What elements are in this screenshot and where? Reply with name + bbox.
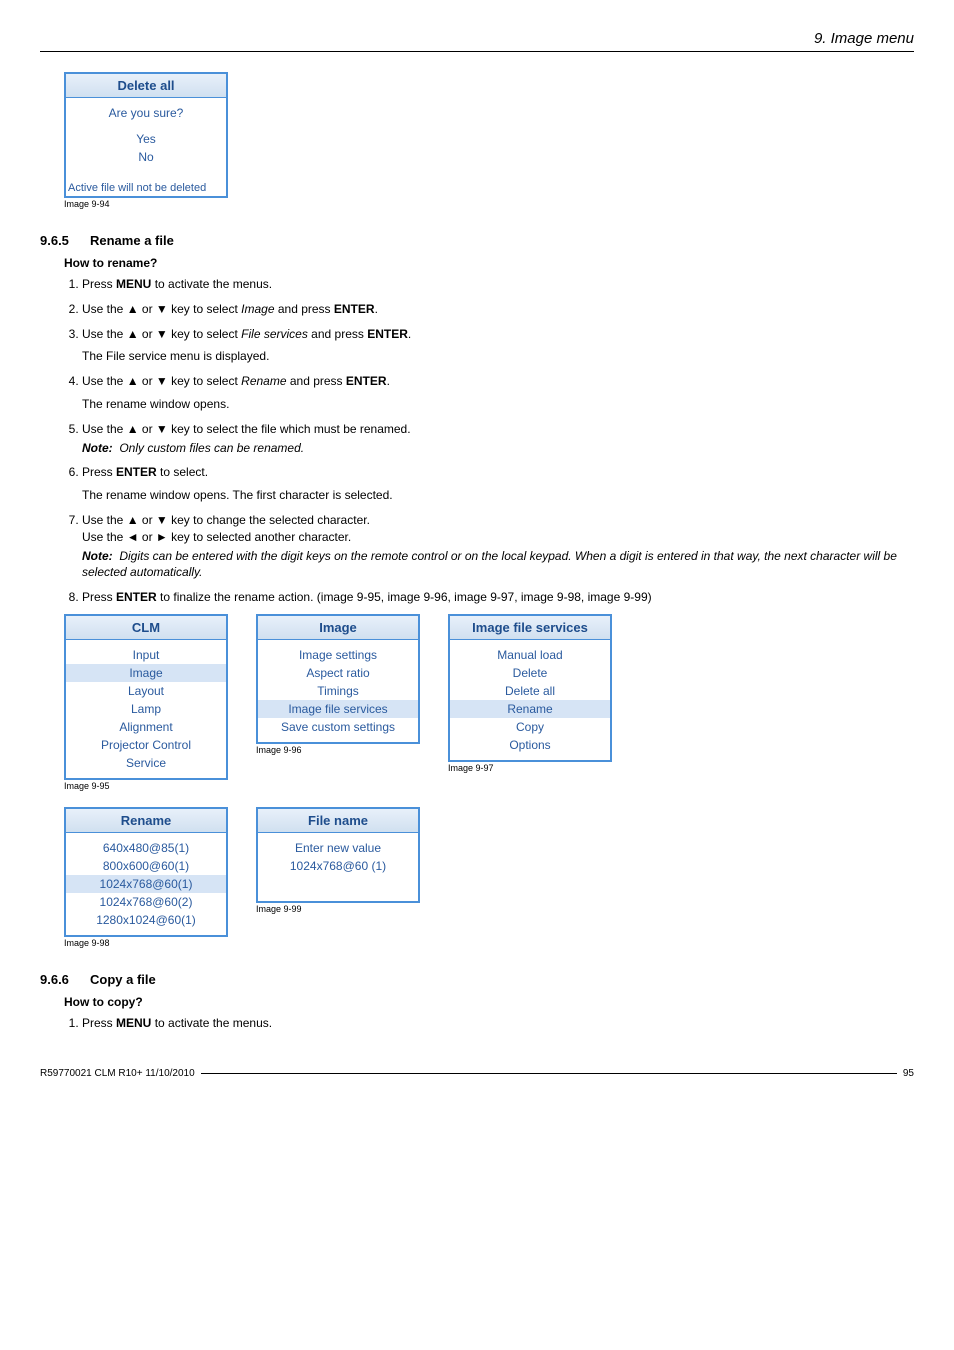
copy-step-1: Press MENU to activate the menus.: [82, 1015, 914, 1032]
menu-item[interactable]: 1024x768@60(2): [66, 893, 226, 911]
menu-item[interactable]: Options: [450, 736, 610, 754]
caption-9-95: Image 9-95: [64, 781, 228, 791]
menu-item[interactable]: Input: [66, 646, 226, 664]
menu-item[interactable]: Copy: [450, 718, 610, 736]
step-2: Use the ▲ or ▼ key to select Image and p…: [82, 301, 914, 318]
menu-item[interactable]: 1280x1024@60(1): [66, 911, 226, 929]
menu-image: Image Image settingsAspect ratioTimingsI…: [256, 614, 420, 744]
menu-item[interactable]: Delete: [450, 664, 610, 682]
dialog-footer: Active file will not be deleted: [66, 180, 226, 196]
caption-9-98: Image 9-98: [64, 938, 228, 948]
menu-item[interactable]: Image settings: [258, 646, 418, 664]
menu-item[interactable]: Lamp: [66, 700, 226, 718]
footer-page-number: 95: [903, 1068, 914, 1079]
menu-item[interactable]: 640x480@85(1): [66, 839, 226, 857]
menu-item[interactable]: Delete all: [450, 682, 610, 700]
menu-item[interactable]: Save custom settings: [258, 718, 418, 736]
caption-9-97: Image 9-97: [448, 763, 612, 773]
menu-item[interactable]: Layout: [66, 682, 226, 700]
menu-file-name-title: File name: [258, 809, 418, 833]
step-7: Use the ▲ or ▼ key to change the selecte…: [82, 512, 914, 581]
step-4: Use the ▲ or ▼ key to select Rename and …: [82, 373, 914, 413]
file-name-prompt: Enter new value: [258, 839, 418, 857]
menu-ifs-title: Image file services: [450, 616, 610, 640]
menu-file-name: File name Enter new value 1024x768@60 (1…: [256, 807, 420, 903]
step-5: Use the ▲ or ▼ key to select the file wh…: [82, 421, 914, 457]
footer-left: R59770021 CLM R10+ 11/10/2010: [40, 1068, 195, 1079]
menu-item[interactable]: 1024x768@60(1): [66, 875, 226, 893]
section-966-heading: 9.6.6Copy a file: [40, 972, 914, 987]
subheading-rename: How to rename?: [64, 256, 914, 270]
dialog-no[interactable]: No: [66, 148, 226, 166]
page-footer: R59770021 CLM R10+ 11/10/2010 95: [40, 1068, 914, 1079]
caption-9-96: Image 9-96: [256, 745, 420, 755]
chapter-title: 9. Image menu: [40, 30, 914, 47]
rename-steps: Press MENU to activate the menus. Use th…: [64, 276, 914, 606]
caption-9-94: Image 9-94: [64, 199, 914, 209]
section-965-heading: 9.6.5Rename a file: [40, 233, 914, 248]
step-6: Press ENTER to select. The rename window…: [82, 464, 914, 504]
menu-clm: CLM InputImageLayoutLampAlignmentProject…: [64, 614, 228, 780]
menu-clm-title: CLM: [66, 616, 226, 640]
dialog-prompt: Are you sure?: [66, 104, 226, 122]
menu-item[interactable]: Manual load: [450, 646, 610, 664]
file-name-value[interactable]: 1024x768@60 (1): [258, 857, 418, 875]
menu-item[interactable]: Timings: [258, 682, 418, 700]
menu-item[interactable]: Alignment: [66, 718, 226, 736]
subheading-copy: How to copy?: [64, 995, 914, 1009]
menu-rename: Rename 640x480@85(1)800x600@60(1)1024x76…: [64, 807, 228, 937]
step-8: Press ENTER to finalize the rename actio…: [82, 589, 914, 606]
caption-9-99: Image 9-99: [256, 904, 420, 914]
dialog-delete-all: Delete all Are you sure? Yes No Active f…: [64, 72, 228, 198]
menu-image-file-services: Image file services Manual loadDeleteDel…: [448, 614, 612, 762]
menu-item[interactable]: Service: [66, 754, 226, 772]
menu-rename-title: Rename: [66, 809, 226, 833]
menu-item[interactable]: 800x600@60(1): [66, 857, 226, 875]
footer-divider: [201, 1073, 897, 1074]
menu-item[interactable]: Rename: [450, 700, 610, 718]
menu-item[interactable]: Image: [66, 664, 226, 682]
step-1: Press MENU to activate the menus.: [82, 276, 914, 293]
header-divider: [40, 51, 914, 52]
copy-steps: Press MENU to activate the menus.: [64, 1015, 914, 1032]
menu-item[interactable]: Image file services: [258, 700, 418, 718]
step-3: Use the ▲ or ▼ key to select File servic…: [82, 326, 914, 366]
menu-item[interactable]: Projector Control: [66, 736, 226, 754]
dialog-title: Delete all: [66, 74, 226, 98]
menu-image-title: Image: [258, 616, 418, 640]
dialog-yes[interactable]: Yes: [66, 130, 226, 148]
menu-item[interactable]: Aspect ratio: [258, 664, 418, 682]
